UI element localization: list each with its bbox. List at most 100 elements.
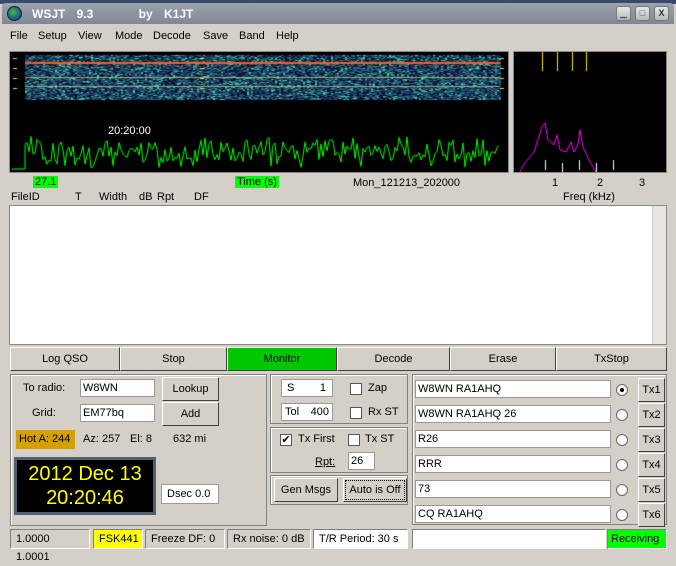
menu-band[interactable]: Band bbox=[239, 30, 265, 42]
tx-message-input[interactable]: W8WN RA1AHQ 26 bbox=[415, 405, 611, 423]
column-header-db: dB bbox=[139, 191, 153, 203]
tx-select-radio[interactable] bbox=[616, 484, 628, 496]
window-title: WSJT 9.3 by K1JT bbox=[32, 7, 194, 21]
erase-button[interactable]: Erase bbox=[450, 347, 556, 371]
tol-label: Tol bbox=[285, 406, 300, 418]
tx-send-button[interactable]: Tx6 bbox=[638, 503, 665, 527]
clock-time: 20:20:46 bbox=[46, 487, 124, 509]
tx-send-button[interactable]: Tx5 bbox=[638, 478, 665, 502]
zap-label: Zap bbox=[368, 382, 387, 394]
to-radio-input[interactable]: W8WN bbox=[80, 379, 155, 397]
spectrum-display[interactable] bbox=[513, 51, 667, 173]
waterfall-canvas bbox=[10, 52, 508, 172]
zap-checkbox[interactable] bbox=[350, 383, 362, 395]
vertical-scrollbar[interactable] bbox=[652, 206, 666, 344]
column-header-fileid: FileID bbox=[11, 191, 40, 203]
tx-first-checkbox[interactable]: ✔ bbox=[280, 434, 292, 446]
file-label: Mon_121213_202000 bbox=[353, 177, 461, 189]
qso-panel: To radio: W8WN Lookup Grid: EM77bq Add H… bbox=[10, 374, 267, 526]
rpt-label: Rpt: bbox=[315, 456, 336, 468]
tx-st-checkbox[interactable] bbox=[348, 434, 360, 446]
tx-message-input[interactable]: 73 bbox=[415, 480, 611, 498]
tx-messages-panel: W8WN RA1AHQ Tx1 W8WN RA1AHQ 26 Tx2 R26 Tx3… bbox=[412, 374, 667, 527]
tx-send-button[interactable]: Tx2 bbox=[638, 403, 665, 427]
grid-label: Grid: bbox=[32, 407, 56, 419]
column-header-width: Width bbox=[99, 191, 128, 203]
s-field[interactable]: S 1 bbox=[281, 379, 333, 397]
menu-bar: File Setup View Mode Decode Save Band He… bbox=[0, 26, 676, 46]
tol-value: 400 bbox=[310, 406, 329, 418]
tx-message-input[interactable]: CQ RA1AHQ bbox=[415, 505, 611, 523]
s-label: S bbox=[287, 382, 295, 394]
tx-send-button[interactable]: Tx4 bbox=[638, 453, 665, 477]
tx-send-button[interactable]: Tx1 bbox=[638, 378, 665, 402]
minimize-button[interactable]: ▁ bbox=[616, 6, 631, 21]
clock-date: 2012 Dec 13 bbox=[28, 463, 142, 485]
monitor-button[interactable]: Monitor bbox=[227, 347, 337, 371]
tx-message-input[interactable]: R26 bbox=[415, 430, 611, 448]
elevation-readout: El: 8 bbox=[130, 433, 153, 445]
spectrum-canvas bbox=[514, 52, 666, 172]
time-axis-label: Time (s) bbox=[235, 176, 279, 188]
waterfall-display[interactable]: 20:20:00 bbox=[9, 51, 509, 173]
decode-button[interactable]: Decode bbox=[337, 347, 450, 371]
level-readout: 27.1 bbox=[33, 176, 59, 188]
maximize-button[interactable]: □ bbox=[635, 6, 650, 21]
freq-tick: 3 bbox=[639, 177, 646, 189]
utc-clock: 2012 Dec 13 20:20:46 bbox=[14, 457, 156, 515]
tol-field[interactable]: Tol 400 bbox=[281, 403, 333, 421]
txstop-button[interactable]: TxStop bbox=[556, 347, 667, 371]
rx-noise-readout: Rx noise: 0 dB bbox=[227, 529, 311, 549]
s-value: 1 bbox=[319, 382, 326, 394]
azimuth-readout: Az: 257 bbox=[83, 433, 121, 445]
waterfall-timestamp: 20:20:00 bbox=[108, 125, 151, 137]
tx-send-button[interactable]: Tx3 bbox=[638, 428, 665, 452]
rx-st-label: Rx ST bbox=[368, 406, 399, 418]
freq-tick: 2 bbox=[597, 177, 604, 189]
sample-rate-ratio: 1.0000 1.0001 bbox=[10, 529, 90, 563]
menu-file[interactable]: File bbox=[10, 30, 28, 42]
tx-message-input[interactable]: W8WN RA1AHQ bbox=[415, 380, 611, 398]
to-radio-label: To radio: bbox=[23, 382, 66, 394]
tx-select-radio[interactable] bbox=[616, 459, 628, 471]
menu-mode[interactable]: Mode bbox=[115, 30, 143, 42]
rx-st-checkbox[interactable] bbox=[350, 407, 362, 419]
column-header-rpt: Rpt bbox=[157, 191, 175, 203]
receiving-indicator: Receiving bbox=[607, 529, 667, 549]
tx-st-label: Tx ST bbox=[365, 433, 395, 445]
stop-button[interactable]: Stop bbox=[120, 347, 227, 371]
auto-toggle-button[interactable]: Auto is Off bbox=[343, 478, 407, 502]
title-bar[interactable]: WSJT 9.3 by K1JT ▁ □ X bbox=[2, 3, 674, 24]
tx-first-label: Tx First bbox=[298, 433, 335, 445]
add-button[interactable]: Add bbox=[162, 402, 219, 426]
dsec-field[interactable]: Dsec 0.0 bbox=[161, 484, 219, 504]
tx-select-radio[interactable] bbox=[616, 409, 628, 421]
status-message bbox=[412, 529, 606, 549]
menu-setup[interactable]: Setup bbox=[38, 30, 67, 42]
hot-a-readout: Hot A: 244 bbox=[16, 430, 75, 449]
menu-help[interactable]: Help bbox=[276, 30, 299, 42]
distance-readout: 632 mi bbox=[173, 433, 207, 445]
tx-options-panel: ✔ Tx First Tx ST Rpt: 26 bbox=[270, 427, 408, 473]
log-qso-button[interactable]: Log QSO bbox=[10, 347, 120, 371]
menu-view[interactable]: View bbox=[78, 30, 102, 42]
freq-tick: 1 bbox=[552, 177, 559, 189]
app-globe-icon bbox=[7, 6, 22, 21]
menu-decode[interactable]: Decode bbox=[153, 30, 191, 42]
menu-save[interactable]: Save bbox=[203, 30, 228, 42]
freeze-df-readout: Freeze DF: 0 bbox=[145, 529, 225, 549]
tx-select-radio[interactable] bbox=[616, 509, 628, 521]
tx-select-radio[interactable] bbox=[616, 384, 628, 396]
decoded-text-area[interactable] bbox=[9, 205, 667, 345]
tolerance-panel: S 1 Tol 400 Zap Rx ST bbox=[270, 374, 408, 424]
tr-period-readout: T/R Period: 30 s bbox=[313, 529, 408, 549]
gen-msgs-button[interactable]: Gen Msgs bbox=[274, 478, 338, 502]
tx-select-radio[interactable] bbox=[616, 434, 628, 446]
grid-input[interactable]: EM77bq bbox=[80, 404, 155, 422]
close-button[interactable]: X bbox=[654, 6, 669, 21]
lookup-button[interactable]: Lookup bbox=[162, 377, 219, 401]
mode-indicator: FSK441 bbox=[93, 529, 143, 549]
rpt-input[interactable]: 26 bbox=[348, 452, 375, 470]
freq-axis-label: Freq (kHz) bbox=[563, 191, 615, 203]
tx-message-input[interactable]: RRR bbox=[415, 455, 611, 473]
